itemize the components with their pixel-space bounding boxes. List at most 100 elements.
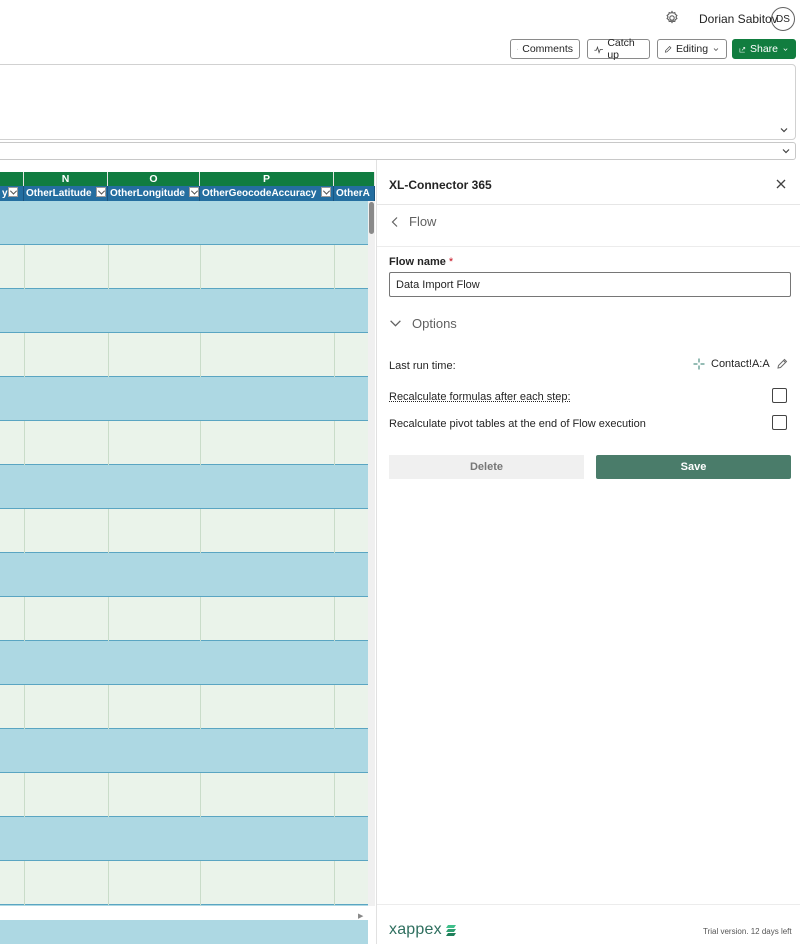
header-label: OtherGeocodeAccuracy [202, 188, 317, 199]
share-label: Share [749, 43, 779, 55]
catch-up-label: Catch up [607, 37, 635, 61]
column-letter[interactable]: N [24, 172, 108, 186]
cell-divider [200, 245, 201, 289]
table-row[interactable] [0, 641, 368, 685]
back-to-flows-button[interactable]: Flow [389, 214, 436, 229]
divider [377, 246, 800, 247]
table-row[interactable] [0, 861, 368, 905]
table-row[interactable] [0, 553, 368, 597]
filter-dropdown-icon[interactable] [320, 187, 331, 197]
cell-divider [334, 597, 335, 641]
scrollbar-thumb[interactable] [369, 202, 374, 234]
table-row[interactable] [0, 333, 368, 377]
table-row[interactable] [0, 465, 368, 509]
options-expander[interactable]: Options [389, 316, 457, 331]
recalculate-formulas-checkbox[interactable] [772, 388, 787, 403]
table-row[interactable] [0, 509, 368, 553]
filter-dropdown-icon[interactable] [7, 187, 18, 197]
cell-divider [108, 597, 109, 641]
table-row[interactable] [0, 289, 368, 333]
trial-status-text: Trial version. 12 days left [703, 927, 792, 936]
column-letter[interactable] [334, 172, 375, 186]
breadcrumb-flow: Flow [409, 214, 437, 229]
table-row[interactable] [0, 817, 368, 861]
last-run-target: Contact!A:A [693, 358, 788, 370]
table-column-header[interactable]: OtherLongitude [108, 186, 200, 201]
cell-divider [108, 333, 109, 377]
table-row[interactable] [0, 377, 368, 421]
recalculate-pivot-checkbox[interactable] [772, 415, 787, 430]
filter-dropdown-icon[interactable] [95, 187, 106, 197]
horizontal-scrollbar[interactable] [0, 906, 375, 920]
share-icon [739, 46, 746, 52]
cell-divider [334, 773, 335, 817]
spreadsheet-grid[interactable]: N O P y OtherLatitude OtherLongitude Oth… [0, 172, 375, 944]
table-row[interactable] [0, 421, 368, 465]
flow-name-label-text: Flow name [389, 256, 446, 268]
table-row[interactable] [0, 597, 368, 641]
table-column-header[interactable]: OtherA [334, 186, 375, 201]
user-name[interactable]: Dorian Sabitov [699, 12, 778, 26]
table-column-header[interactable]: OtherGeocodeAccuracy [200, 186, 334, 201]
column-letter[interactable]: P [200, 172, 334, 186]
delete-button[interactable]: Delete [389, 455, 584, 479]
cell-divider [24, 861, 25, 905]
table-column-header[interactable]: y [0, 186, 24, 201]
ribbon-panel [0, 64, 796, 140]
chevron-left-icon [391, 216, 398, 227]
save-button[interactable]: Save [596, 455, 791, 479]
cell-divider [108, 509, 109, 553]
table-row[interactable] [0, 201, 368, 245]
formula-bar-chevron-icon[interactable] [780, 145, 792, 157]
cell-divider [200, 509, 201, 553]
cell-divider [334, 861, 335, 905]
cell-divider [24, 333, 25, 377]
vertical-scrollbar[interactable] [368, 201, 375, 916]
catch-up-button[interactable]: Catch up [587, 37, 650, 61]
comments-button[interactable]: Comments [510, 39, 580, 59]
pane-title: XL-Connector 365 [389, 178, 492, 192]
cell-divider [334, 509, 335, 553]
table-column-header[interactable]: OtherLatitude [24, 186, 108, 201]
cell-divider [24, 245, 25, 289]
gear-icon[interactable] [664, 10, 680, 26]
xappex-logo-icon [445, 925, 456, 936]
column-letter[interactable]: O [108, 172, 200, 186]
editing-mode-button[interactable]: Editing [657, 39, 727, 59]
filter-dropdown-icon[interactable] [189, 187, 199, 197]
flow-name-input[interactable] [389, 272, 791, 297]
edit-pencil-icon[interactable] [776, 358, 788, 370]
cell-divider [200, 861, 201, 905]
pane-footer: xappex Trial version. 12 days left [377, 904, 800, 944]
header-label: OtherLatitude [26, 188, 92, 199]
comments-label: Comments [522, 43, 573, 55]
table-row[interactable] [0, 729, 368, 773]
brand-name: xappex [389, 921, 442, 938]
cell-divider [334, 685, 335, 729]
expand-ribbon-chevron-icon[interactable] [778, 124, 790, 136]
table-row[interactable] [0, 685, 368, 729]
cell-divider [108, 773, 109, 817]
options-label: Options [412, 316, 457, 331]
formula-bar[interactable] [0, 142, 796, 160]
cell-divider [200, 597, 201, 641]
pencil-icon [664, 45, 672, 53]
header-label: OtherA [336, 188, 370, 199]
flow-name-label: Flow name * [389, 256, 453, 268]
table-row[interactable] [0, 245, 368, 289]
avatar[interactable]: DS [771, 7, 795, 31]
cell-divider [108, 685, 109, 729]
column-letter[interactable] [0, 172, 24, 186]
comment-icon [517, 48, 519, 50]
chevron-down-icon [713, 47, 719, 51]
cell-divider [334, 421, 335, 465]
scroll-right-arrow-icon[interactable]: ▶ [358, 912, 363, 920]
column-letter-bar: N O P [0, 172, 375, 186]
target-range-label: Contact!A:A [711, 358, 770, 370]
close-icon[interactable] [775, 178, 787, 190]
share-button[interactable]: Share [732, 39, 796, 59]
table-row[interactable] [0, 773, 368, 817]
editing-label: Editing [675, 43, 709, 55]
cell-divider [200, 333, 201, 377]
top-bar: Dorian Sabitov DS [0, 0, 800, 36]
